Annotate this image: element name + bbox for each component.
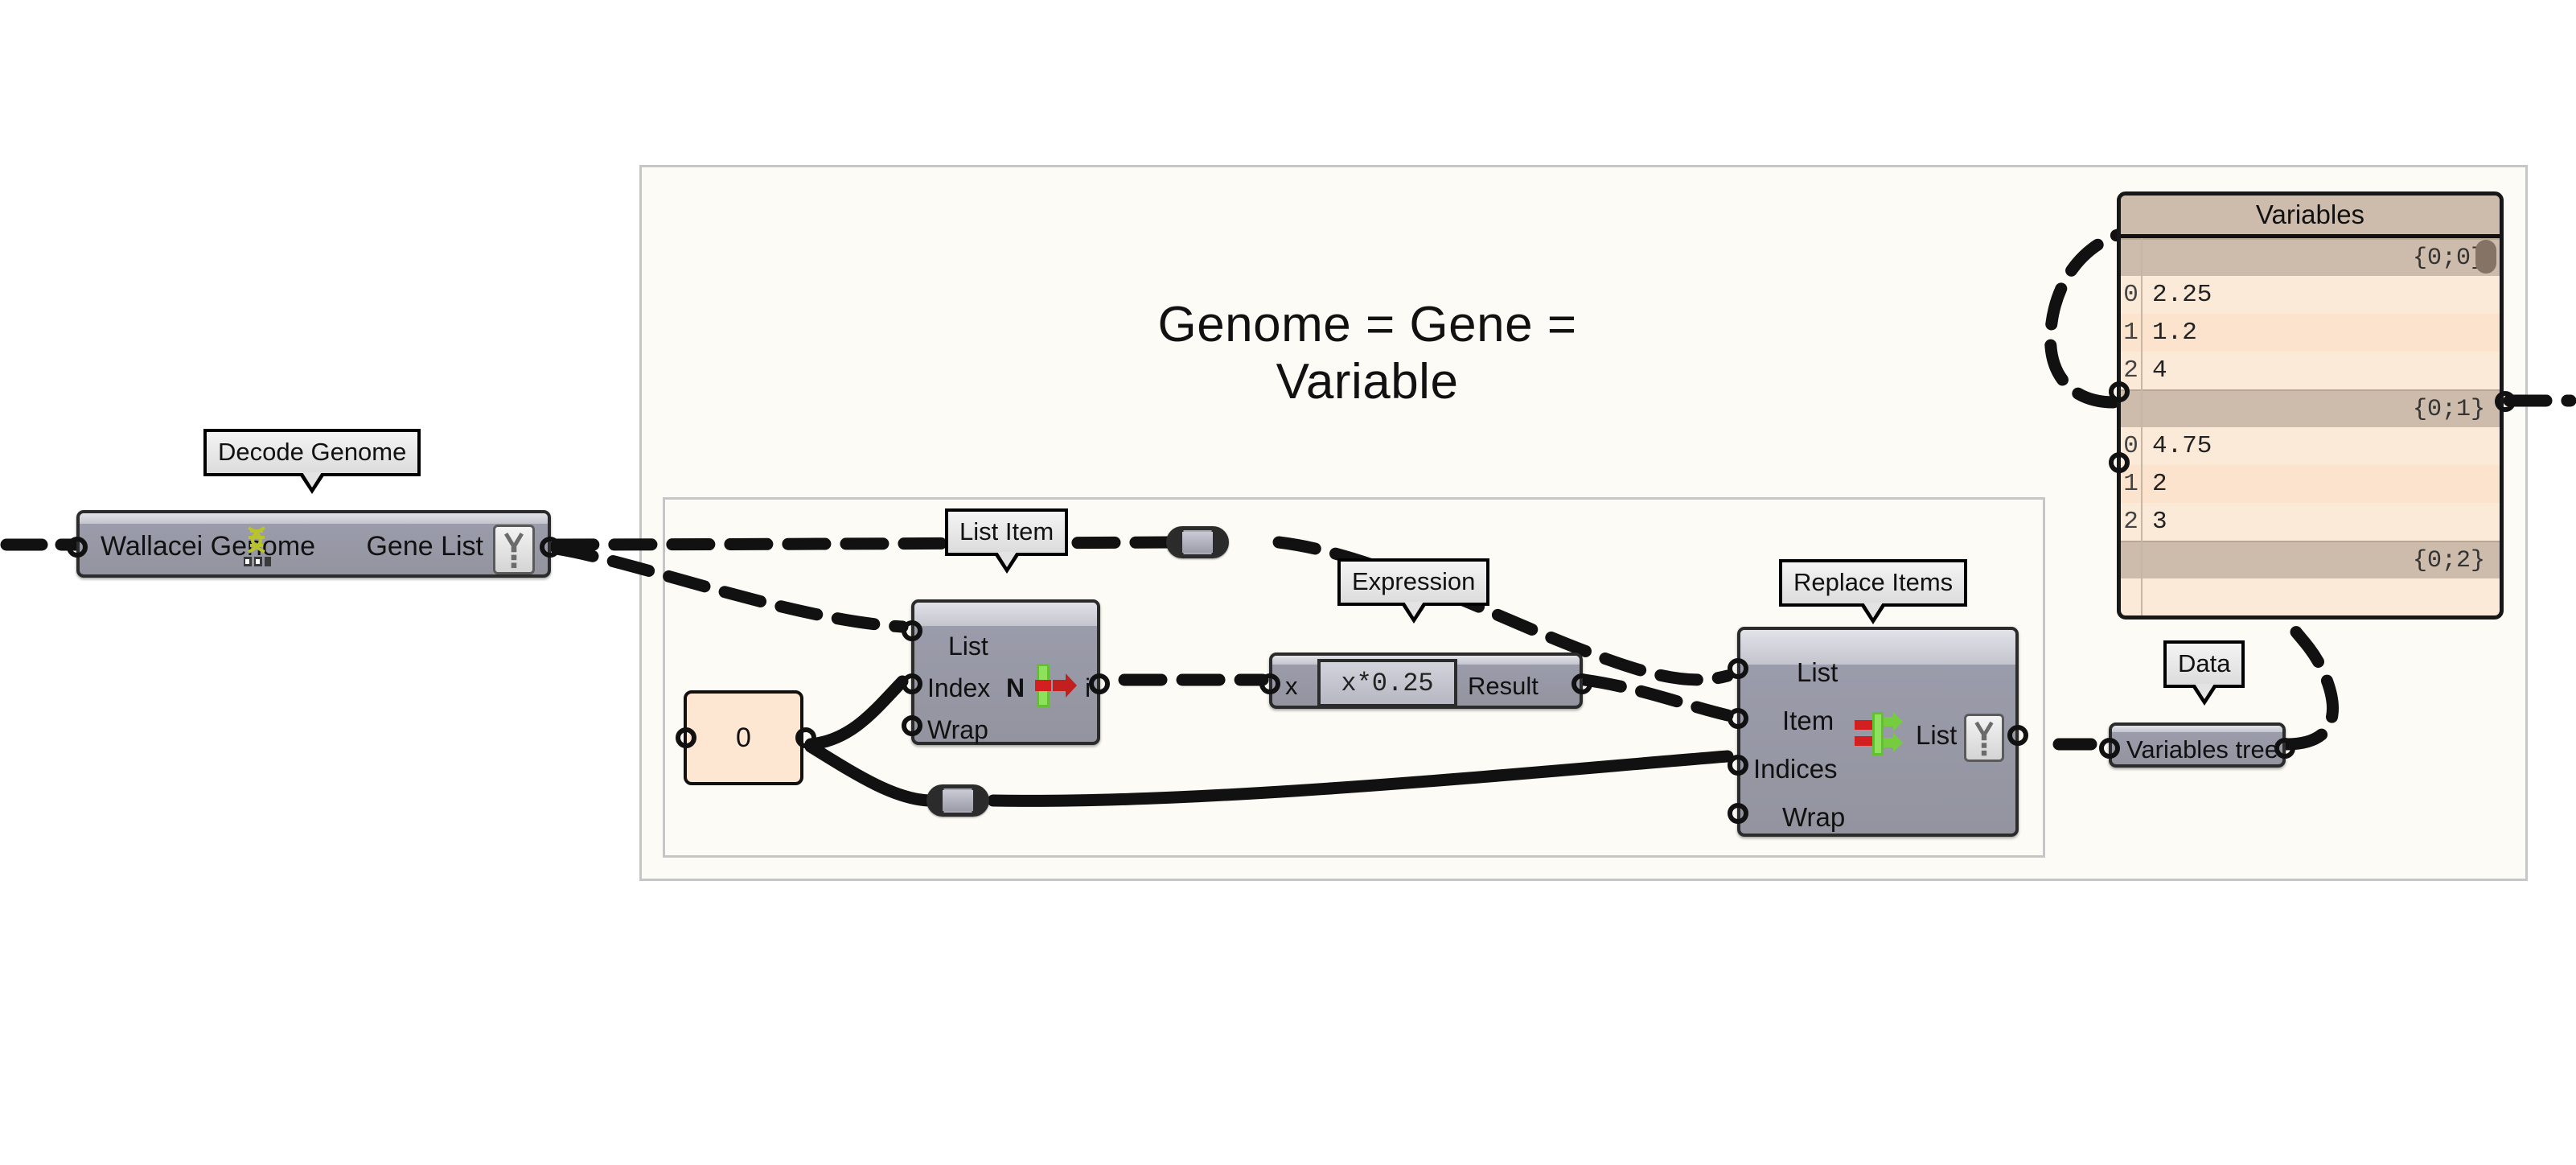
variables-row-index: 2 [2123, 356, 2138, 385]
expression-port-result[interactable] [1571, 673, 1592, 694]
variables-row-value: 3 [2152, 508, 2167, 536]
variables-gutter-divider [2141, 238, 2143, 615]
gene-list-output-label: Gene List [366, 531, 483, 562]
component-titlebar [1740, 630, 2015, 665]
component-titlebar [80, 513, 548, 524]
number-panel-output-port[interactable] [795, 727, 816, 748]
label-data-text: Data [2178, 649, 2231, 677]
variables-branch-path: {0;1} [2121, 389, 2500, 427]
replace-port-item[interactable] [1728, 708, 1748, 729]
wire-relay-bottom[interactable] [926, 784, 989, 817]
variables-panel-title: Variables [2121, 196, 2500, 238]
balloon-tail [1399, 602, 1428, 624]
variables-row-index: 2 [2123, 508, 2138, 536]
variables-row: 1 1.2 [2121, 314, 2500, 352]
variables-panel-right-port[interactable] [2495, 391, 2516, 412]
zip-flatten-icon[interactable] [1964, 714, 2004, 762]
variables-panel-scrollbar[interactable] [2475, 240, 2496, 274]
component-titlebar [914, 603, 1097, 627]
grasshopper-canvas[interactable]: Genome = Gene = Variable Wallacei Genome… [0, 0, 2576, 1165]
component-titlebar [2112, 726, 2282, 733]
list-item-port-list[interactable] [902, 620, 922, 641]
replace-port-indices[interactable] [1728, 755, 1748, 776]
replace-items-icon [1855, 712, 1903, 755]
variables-row: 2 3 [2121, 503, 2500, 541]
replace-port-list[interactable] [1728, 658, 1748, 679]
label-decode-genome[interactable]: Decode Genome [203, 429, 421, 494]
zip-flatten-icon[interactable] [493, 525, 535, 574]
variables-tree-component[interactable]: Variables tree [2099, 722, 2295, 768]
expression-input-label: x [1285, 672, 1298, 700]
variables-row-index: 1 [2123, 470, 2138, 498]
label-replace-items[interactable]: Replace Items [1779, 559, 1968, 624]
variables-row-value: 4 [2152, 356, 2167, 385]
relay-gloss [942, 790, 974, 811]
label-replace-items-text: Replace Items [1793, 568, 1954, 596]
variables-tree-label: Variables tree [2126, 735, 2278, 764]
balloon-tail [1859, 603, 1888, 624]
list-item-input-index-label: Index [927, 673, 991, 702]
variables-row: 0 4.75 [2121, 427, 2500, 465]
list-item-input-list-label: List [948, 632, 988, 661]
label-data[interactable]: Data [2163, 640, 2245, 706]
expression-formula-field[interactable]: x*0.25 [1317, 659, 1457, 707]
expression-formula-value: x*0.25 [1341, 668, 1434, 698]
wire-relay-top[interactable] [1166, 526, 1229, 558]
label-list-item-text: List Item [959, 517, 1054, 545]
variables-row-value: 2.25 [2152, 281, 2212, 309]
expression-port-x[interactable] [1259, 673, 1280, 694]
balloon-tail [2190, 684, 2218, 706]
list-item-port-index[interactable] [902, 673, 922, 694]
dna-icon [244, 526, 271, 566]
variables-row-value: 1.2 [2152, 319, 2197, 347]
label-expression-text: Expression [1352, 567, 1476, 595]
list-item-input-wrap-label: Wrap [927, 715, 988, 744]
replace-output-label: List [1916, 720, 1958, 750]
variables-row-index: 1 [2123, 319, 2138, 347]
variables-tree-input-port[interactable] [2099, 738, 2120, 759]
label-list-item[interactable]: List Item [945, 508, 1069, 574]
number-panel-zero[interactable]: 0 [684, 690, 803, 785]
list-item-port-out[interactable] [1089, 673, 1110, 694]
variables-panel-left-port-a[interactable] [2109, 381, 2130, 402]
wallacei-output-port[interactable] [540, 537, 561, 558]
list-item-port-wrap[interactable] [902, 715, 922, 736]
wallacei-genome-component[interactable]: Wallacei Genome Gene List [67, 510, 561, 578]
replace-port-out[interactable] [2007, 725, 2028, 746]
list-item-component[interactable]: List Index Wrap N i [902, 599, 1110, 745]
variables-row: 2 4 [2121, 352, 2500, 389]
relay-gloss [1181, 532, 1214, 553]
variables-row: 1 2 [2121, 465, 2500, 503]
variables-branch-path: {0;2} [2121, 541, 2500, 578]
label-expression[interactable]: Expression [1337, 558, 1490, 624]
replace-input-wrap-label: Wrap [1782, 802, 1846, 832]
variables-data-panel[interactable]: Variables {0;0} 0 2.25 1 1.2 2 4 {0;1} 0 [2117, 191, 2504, 620]
variables-panel-left-port-b[interactable] [2109, 452, 2130, 473]
replace-items-component[interactable]: List Item Indices Wrap List [1728, 627, 2028, 837]
page-title: Genome = Gene = Variable [1157, 297, 1577, 410]
list-item-index-prefix: N [1006, 673, 1025, 702]
variables-row-value: 4.75 [2152, 432, 2212, 460]
expression-output-label: Result [1468, 672, 1539, 700]
replace-input-item-label: Item [1782, 706, 1834, 735]
replace-input-indices-label: Indices [1753, 754, 1838, 784]
number-panel-input-port[interactable] [676, 727, 696, 748]
variables-row: 0 2.25 [2121, 276, 2500, 314]
wallacei-input-port[interactable] [67, 537, 88, 558]
variables-row-value: 2 [2152, 470, 2167, 498]
replace-input-list-label: List [1797, 657, 1839, 687]
variables-tree-output-port[interactable] [2274, 738, 2295, 759]
balloon-tail [992, 552, 1021, 574]
replace-port-wrap[interactable] [1728, 803, 1748, 824]
expression-component[interactable]: x x*0.25 Result [1259, 652, 1592, 709]
balloon-tail [298, 472, 327, 494]
variables-panel-body[interactable]: {0;0} 0 2.25 1 1.2 2 4 {0;1} 0 4.75 1 2 [2121, 238, 2500, 615]
variables-branch-path: {0;0} [2121, 238, 2500, 276]
label-decode-genome-text: Decode Genome [218, 438, 407, 466]
number-panel-value: 0 [736, 722, 751, 753]
variables-row-index: 0 [2123, 281, 2138, 309]
list-item-icon [1035, 664, 1077, 707]
